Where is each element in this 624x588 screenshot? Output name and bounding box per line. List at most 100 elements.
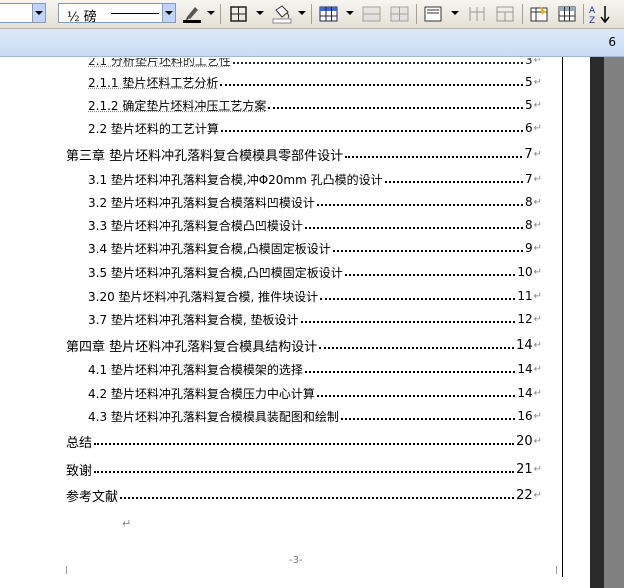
border-icon[interactable] [228,4,250,24]
line-preview [111,13,159,14]
toc-entry-page: 12 [517,312,533,326]
toc-entry-label: 4.1 垫片坯料冲孔落料复合模模架的选择 [88,362,303,377]
line-end-mark: ↵ [533,122,542,134]
toc-leader-dots [384,181,523,183]
split-cells-icon[interactable] [388,4,412,24]
autoformat-icon[interactable] [528,4,550,24]
toc-entry[interactable]: 2.1.1 垫片坯料工艺分析 5 ↵ [88,74,542,90]
toc-entry[interactable]: 2.2 垫片坯料的工艺计算 6 ↵ [88,120,542,136]
toc-entry-label: 第三章 垫片坯料冲孔落料复合模模具零部件设计 [66,148,344,164]
toc-entry[interactable]: 致谢 21 ↵ [66,461,542,479]
line-end-mark: ↵ [533,196,542,208]
line-end-mark: ↵ [533,219,542,231]
page-footer-number: -3- [289,555,303,566]
toc-entry-label: 总结 [66,435,93,451]
toc-entry-label: 3.5 垫片坯料冲孔落料复合模,凸凹模固定板设计 [88,265,343,280]
chevron-down-icon[interactable] [162,4,175,22]
svg-text:Z: Z [589,16,595,24]
chevron-down-icon[interactable] [298,11,306,15]
sort-ascending-icon[interactable]: A Z [588,4,612,24]
toc-entry-page: 5 [524,75,533,89]
line-end-mark: ↵ [533,489,542,501]
toc-entry[interactable]: 3.2 垫片坯料冲孔落料复合模落料凹模设计 8 ↵ [88,194,542,210]
paragraph-mark: ↵ [122,517,132,530]
toolbar-separator [583,4,584,24]
toc-entry[interactable]: 第三章 垫片坯料冲孔落料复合模模具零部件设计 7 ↵ [66,146,542,164]
toc-entry-page: 9 [524,241,533,255]
line-end-mark: ↵ [533,99,542,111]
chevron-down-icon[interactable] [346,11,354,15]
merge-cells-icon[interactable] [360,4,384,24]
toc-leader-dots [220,84,523,86]
toc-entry-page: 8 [524,218,533,232]
toc-entry[interactable]: 第四章 垫片坯料冲孔落料复合模具结构设计 14 ↵ [66,337,542,355]
toc-entry-label: 3.1 垫片坯料冲孔落料复合模,冲Φ20mm 孔凸模的设计 [88,172,383,187]
distribute-columns-icon[interactable] [494,4,516,24]
line-end-mark: ↵ [533,313,542,325]
line-style-dropdown[interactable] [0,3,46,23]
toc-entry[interactable]: 4.3 垫片坯料冲孔落料复合模模具装配图和绘制 16 ↵ [88,408,542,424]
toc-entry[interactable]: 3.20 垫片坯料冲孔落料复合模, 推件块设计 11 ↵ [88,288,542,304]
toc-entry[interactable]: 参考文献 22 ↵ [66,487,542,505]
toc-entry-page: 5 [524,98,533,112]
toc-entry-page: 14 [516,337,533,353]
toc-leader-dots [340,418,516,420]
pen-color-icon[interactable] [181,4,203,24]
toc-entry-label: 第四章 垫片坯料冲孔落料复合模具结构设计 [66,339,318,355]
insert-table-icon[interactable] [318,4,340,24]
toc-entry[interactable]: 2.1.2 确定垫片坯料冲压工艺方案 5 ↵ [88,97,542,113]
chevron-down-icon[interactable] [451,11,459,15]
shading-icon[interactable] [270,4,294,24]
toolbar-separator [311,4,312,24]
table-grid-icon[interactable] [556,4,578,24]
chevron-down-icon[interactable] [32,4,45,22]
toc-entry[interactable]: 3.5 垫片坯料冲孔落料复合模,凸凹模固定板设计 10 ↵ [88,264,542,280]
toc-entry-label: 3.3 垫片坯料冲孔落料复合模凸凹模设计 [88,218,303,233]
toc-leader-dots [268,107,523,109]
toc-entry-label: 3.7 垫片坯料冲孔落料复合模, 垫板设计 [88,312,299,327]
distribute-rows-icon[interactable] [466,4,488,24]
toc-entry-page: 7 [524,172,533,186]
page-number: 6 [608,35,616,49]
toc-leader-dots [300,321,516,323]
line-end-mark: ↵ [533,148,542,160]
toc-leader-dots [344,274,516,276]
toc-entry-label: 参考文献 [66,489,119,505]
line-end-mark: ↵ [533,387,542,399]
chevron-down-icon[interactable] [207,11,215,15]
line-end-mark: ↵ [533,266,542,278]
toc-entry[interactable]: 4.2 垫片坯料冲孔落料复合模压力中心计算 14 ↵ [88,385,542,401]
toc-leader-dots [319,347,515,349]
toc-entry-page: 22 [516,487,533,503]
line-weight-dropdown[interactable]: ½ 磅 [58,3,176,25]
line-end-mark: ↵ [533,339,542,351]
toolbar-separator [522,4,523,24]
toc-entry-page: 21 [516,461,533,477]
toc-leader-dots [304,371,516,373]
toc-entry-page: 16 [517,409,533,423]
toc-entry-label: 3.4 垫片坯料冲孔落料复合模,凸模固定板设计 [88,241,331,256]
chevron-down-icon[interactable] [256,11,264,15]
toc-entry[interactable]: 3.3 垫片坯料冲孔落料复合模凸凹模设计 8 ↵ [88,217,542,233]
toc-leader-dots [304,227,523,229]
toc-entry-page: 14 [517,362,533,376]
toc-entry-label: 2.1.1 垫片坯料工艺分析 [88,75,219,90]
line-end-mark: ↵ [533,463,542,475]
page-margin-line [562,57,563,577]
toc-entry-label: 2.2 垫片坯料的工艺计算 [88,121,219,136]
line-end-mark: ↵ [533,435,542,447]
toc-entry[interactable]: 3.4 垫片坯料冲孔落料复合模,凸模固定板设计 9 ↵ [88,240,542,256]
vertical-scrollbar[interactable] [604,57,624,588]
toc-entry[interactable]: 4.1 垫片坯料冲孔落料复合模模架的选择 14 ↵ [88,361,542,377]
margin-corner-mark [556,566,557,574]
align-icon[interactable] [422,4,444,24]
toc-entry[interactable]: 3.1 垫片坯料冲孔落料复合模,冲Φ20mm 孔凸模的设计 7 ↵ [88,171,542,187]
toc-leader-dots [220,130,523,132]
toolbar-separator [416,4,417,24]
toolbar-separator [220,4,221,24]
toc-entry[interactable]: 总结 20 ↵ [66,433,542,451]
toc-leader-dots [320,298,516,300]
toc-entry-page: 14 [517,386,533,400]
toc-entry-page: 10 [517,265,533,279]
toc-entry[interactable]: 3.7 垫片坯料冲孔落料复合模, 垫板设计 12 ↵ [88,311,542,327]
